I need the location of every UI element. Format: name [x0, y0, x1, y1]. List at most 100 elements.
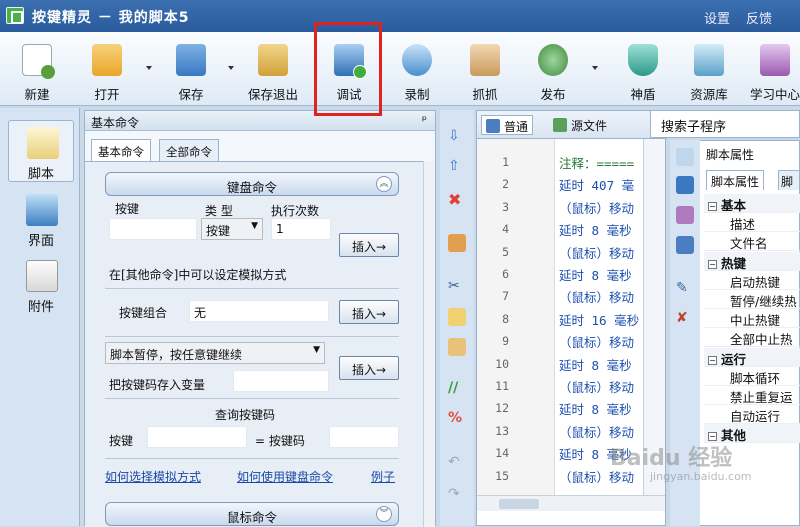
move-up-icon[interactable]: ⇧: [448, 158, 466, 176]
property-row[interactable]: 文件名: [704, 232, 800, 252]
prop-doc-icon[interactable]: [676, 148, 694, 166]
code-line[interactable]: 延时 407 毫: [559, 175, 634, 194]
publish-button[interactable]: 发布: [522, 36, 584, 102]
watermark-url: jingyan.baidu.com: [650, 470, 752, 483]
move-down-icon[interactable]: ⇩: [448, 128, 466, 146]
property-category[interactable]: − 运行: [704, 347, 800, 367]
property-row[interactable]: 全部中止热: [704, 328, 800, 348]
tab-script-properties[interactable]: 脚本属性: [706, 170, 765, 190]
code-line[interactable]: （鼠标）移动: [559, 243, 634, 262]
divider: [105, 288, 399, 289]
store-variable-input[interactable]: [233, 370, 329, 392]
code-line[interactable]: 延时 8 毫秒: [559, 265, 632, 284]
key-input[interactable]: [109, 218, 197, 240]
feedback-link[interactable]: 反馈: [746, 8, 772, 27]
property-row[interactable]: 禁止重复运: [704, 386, 800, 405]
insert-combo-button[interactable]: 插入→: [339, 300, 399, 324]
publish-dropdown-icon[interactable]: [592, 66, 598, 70]
mouse-section-header[interactable]: 鼠标命令 ︾: [105, 502, 399, 526]
editor-hscrollbar[interactable]: [477, 495, 665, 511]
property-row[interactable]: 描述: [704, 213, 800, 233]
tab-source-view[interactable]: 源文件: [549, 115, 611, 135]
help-link-keyboard[interactable]: 如何使用键盘命令: [237, 468, 333, 485]
property-category[interactable]: − 基本: [704, 194, 800, 213]
open-button[interactable]: 打开: [76, 36, 138, 102]
resource-library-button[interactable]: 资源库: [678, 36, 740, 102]
property-category[interactable]: − 热键: [704, 251, 800, 271]
new-button[interactable]: 新建: [6, 36, 68, 102]
property-row[interactable]: 启动热键: [704, 271, 800, 290]
save-dropdown-icon[interactable]: [228, 66, 234, 70]
record-button[interactable]: 录制: [386, 36, 448, 102]
grab-hand-icon: [470, 44, 500, 76]
open-folder-icon: [92, 44, 122, 76]
help-link-simulation[interactable]: 如何选择模拟方式: [105, 468, 201, 485]
combo-label: 按键组合: [119, 306, 168, 320]
type-select[interactable]: 按键 ▼: [201, 218, 263, 240]
line-number: 8: [502, 311, 509, 326]
code-line[interactable]: 延时 8 毫秒: [559, 399, 632, 418]
shield-button[interactable]: 神盾: [612, 36, 674, 102]
query-key-input[interactable]: [147, 426, 247, 448]
settings-link[interactable]: 设置: [704, 8, 730, 27]
collapse-box-icon[interactable]: −: [708, 202, 717, 211]
code-line[interactable]: 延时 8 毫秒: [559, 220, 632, 239]
times-input[interactable]: 1: [271, 218, 331, 240]
command-scrollbar[interactable]: [423, 161, 435, 527]
copy-icon[interactable]: [448, 308, 466, 326]
code-line[interactable]: 延时 8 毫秒: [559, 355, 632, 374]
expand-icon[interactable]: ︾: [376, 506, 392, 522]
tab-basic-commands[interactable]: 基本命令: [91, 139, 151, 161]
insert-key-button[interactable]: 插入→: [339, 233, 399, 257]
tab-all-commands[interactable]: 全部命令: [159, 139, 219, 161]
comment-icon[interactable]: //: [448, 380, 466, 398]
source-view-icon: [553, 118, 567, 132]
nav-item-script[interactable]: 脚本: [8, 120, 74, 182]
pause-select[interactable]: 脚本暂停，按任意键继续 ▼: [105, 342, 325, 364]
times-column-label: 执行次数: [271, 204, 320, 218]
insert-pause-button[interactable]: 插入→: [339, 356, 399, 380]
help-link-example[interactable]: 例子: [371, 468, 395, 485]
property-row[interactable]: 中止热键: [704, 309, 800, 329]
code-line[interactable]: 注释：=====: [559, 153, 634, 172]
collapse-box-icon[interactable]: −: [708, 259, 717, 269]
property-row[interactable]: 脚本循环: [704, 367, 800, 386]
open-dropdown-icon[interactable]: [146, 66, 152, 70]
line-number: 2: [502, 177, 509, 192]
property-row[interactable]: 自动运行: [704, 405, 800, 425]
code-line[interactable]: 延时 16 毫秒: [559, 310, 639, 329]
cut-icon[interactable]: ✂: [448, 278, 466, 296]
delete-icon[interactable]: ✖: [448, 190, 466, 209]
tab-script-other[interactable]: 脚本: [778, 170, 800, 190]
prop-save-icon[interactable]: [676, 176, 694, 194]
paste-icon[interactable]: [448, 338, 466, 356]
code-line[interactable]: （鼠标）移动: [559, 198, 634, 217]
nav-item-interface[interactable]: 界面: [8, 188, 74, 250]
code-line[interactable]: （鼠标）移动: [559, 332, 634, 351]
line-number: 15: [495, 468, 509, 483]
tab-normal-view[interactable]: 普通: [481, 115, 534, 135]
collapse-icon[interactable]: ︽: [376, 176, 392, 192]
editor-tabs: 普通 源文件: [477, 111, 667, 139]
uncomment-icon[interactable]: %: [448, 410, 466, 428]
nav-item-attachment[interactable]: 附件: [8, 254, 74, 316]
pin-icon[interactable]: ᵖ: [422, 113, 427, 127]
code-line[interactable]: （鼠标）移动: [559, 422, 634, 441]
search-subroutine-field[interactable]: 搜索子程序: [650, 110, 800, 138]
undo-icon[interactable]: ↶: [448, 454, 466, 472]
learning-center-button[interactable]: 学习中心: [744, 36, 800, 102]
redo-icon[interactable]: ↷: [448, 486, 466, 504]
combo-input[interactable]: 无: [189, 300, 329, 322]
hand-tool-icon[interactable]: [448, 234, 466, 252]
collapse-box-icon[interactable]: −: [708, 355, 717, 365]
save-button[interactable]: 保存: [160, 36, 222, 102]
watermark-logo: Baidu 经验: [610, 446, 733, 471]
keyboard-section-header[interactable]: 键盘命令 ︽: [105, 172, 399, 196]
property-row[interactable]: 暂停/继续热: [704, 290, 800, 309]
grab-button[interactable]: 抓抓: [454, 36, 516, 102]
code-line[interactable]: （鼠标）移动: [559, 377, 634, 396]
command-panel-title: 基本命令: [91, 116, 140, 130]
code-line[interactable]: （鼠标）移动: [559, 287, 634, 306]
save-exit-button[interactable]: 保存退出: [242, 36, 304, 102]
hscroll-thumb[interactable]: [499, 499, 539, 509]
